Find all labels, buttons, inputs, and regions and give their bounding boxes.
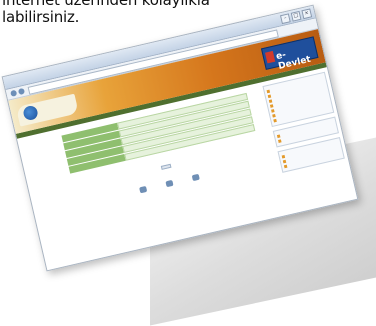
brand-flag-icon (264, 50, 276, 64)
print-icon (164, 179, 174, 188)
right-sidebar (262, 71, 345, 177)
help-icon (191, 173, 200, 182)
back-arrow-icon (138, 186, 147, 194)
back-icon[interactable] (10, 89, 18, 97)
submit-button[interactable] (160, 163, 172, 170)
action-link[interactable] (164, 179, 175, 188)
brand-banner[interactable]: e-Devlet (260, 36, 319, 72)
minimize-icon[interactable]: – (279, 13, 291, 25)
close-icon[interactable]: × (301, 8, 313, 20)
action-link[interactable] (191, 173, 201, 182)
caption-line-2: labilirsiniz. (2, 8, 80, 26)
action-link[interactable] (138, 186, 149, 194)
maximize-icon[interactable]: □ (290, 10, 302, 22)
forward-icon[interactable] (17, 87, 26, 96)
